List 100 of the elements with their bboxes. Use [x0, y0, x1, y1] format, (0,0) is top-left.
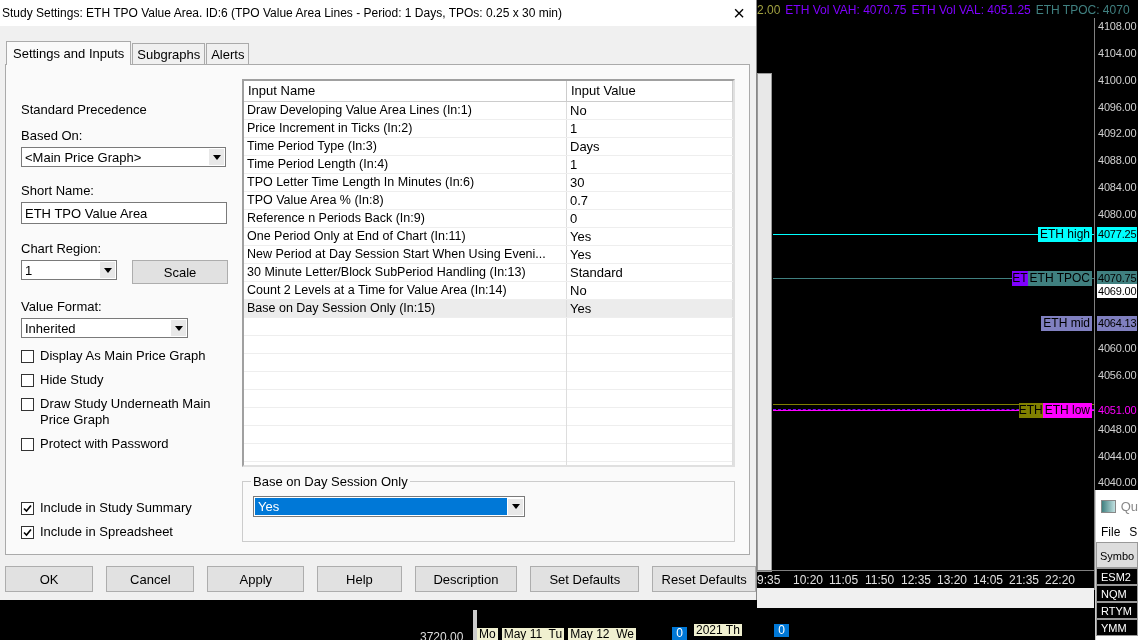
table-cell: 0.7	[567, 192, 733, 209]
symbol-cell: RTYM	[1096, 602, 1138, 619]
column-header[interactable]: Input Value	[567, 81, 733, 101]
table-cell: TPO Value Area % (In:8)	[244, 192, 567, 209]
scrollbar[interactable]	[757, 588, 1094, 608]
level-label: ETH mid	[1041, 316, 1092, 331]
time-tick: 21:35	[1009, 572, 1041, 588]
table-cell: New Period at Day Session Start When Using Eveni...	[244, 246, 567, 263]
caret-icon	[171, 320, 186, 336]
time-tick: 11:50	[865, 572, 896, 588]
table-cell: 30 Minute Letter/Block SubPeriod Handling (In:13)	[244, 264, 567, 281]
column-header[interactable]: Symbo	[1096, 542, 1138, 568]
group-title: Base on Day Session Only	[251, 474, 410, 490]
dropdown[interactable]: <Main Price Graph>	[21, 147, 226, 167]
table-cell: 1	[567, 120, 733, 137]
checkbox[interactable]	[21, 398, 34, 411]
date-label: May 11 Tu	[501, 628, 565, 640]
price-tick: 4108.00	[1098, 19, 1137, 34]
time-tick: 9:35	[757, 572, 782, 588]
table-row[interactable]: TPO Letter Time Length In Minutes (In:6) 30	[244, 174, 733, 192]
time-tick: 12:35	[901, 572, 933, 588]
table-cell: Yes	[567, 300, 733, 317]
table-cell: Draw Developing Value Area Lines (In:1)	[244, 102, 567, 119]
table-row[interactable]: Price Increment in Ticks (In:2) 1	[244, 120, 733, 138]
table-cell: 30	[567, 174, 733, 191]
table-cell: Standard	[567, 264, 733, 281]
checkbox-label: Include in Spreadsheet	[40, 524, 174, 540]
table-cell: Yes	[567, 246, 733, 263]
tab[interactable]: Subgraphs	[132, 43, 206, 64]
dialog-button[interactable]: Reset Defaults	[652, 566, 756, 592]
caret-icon	[100, 262, 115, 278]
study-value-label: ETH TPOC: 4070	[1035, 3, 1130, 17]
study-value-label: 2.00	[757, 3, 781, 17]
checkbox[interactable]	[21, 502, 34, 515]
table-cell: Time Period Type (In:3)	[244, 138, 567, 155]
table-cell: No	[567, 282, 733, 299]
table-cell: Days	[567, 138, 733, 155]
checkbox[interactable]	[21, 350, 34, 363]
price-tick: 4088.00	[1098, 153, 1137, 169]
study-value-label: ETH Vol VAL: 4051.25	[911, 3, 1031, 17]
table-row[interactable]: TPO Value Area % (In:8) 0.7	[244, 192, 733, 210]
table-cell: Count 2 Levels at a Time for Value Area (In:14)	[244, 282, 567, 299]
checkbox-label: Draw Study Underneath Main Price Graph	[40, 396, 212, 428]
price-tick: 4060.00	[1098, 341, 1137, 357]
dialog-button[interactable]: Apply	[207, 566, 305, 592]
checkbox[interactable]	[21, 526, 34, 539]
symbol-cell: ESM2	[1096, 568, 1138, 585]
window-title: Study Settings: ETH TPO Value Area. ID:6 (TPO Value Area Lines - Period: 1 Days, TPOs: 0.25 x 30 min)	[2, 6, 563, 20]
price-tick: 4048.00	[1098, 421, 1137, 437]
menu-item[interactable]: S	[1129, 525, 1138, 539]
dialog-button[interactable]: Set Defaults	[530, 566, 640, 592]
checkbox[interactable]	[21, 374, 34, 387]
dropdown[interactable]: Yes	[253, 496, 525, 518]
field-label: Chart Region:	[21, 241, 103, 256]
price-tick: 4044.00	[1098, 448, 1137, 464]
tab[interactable]: Settings and Inputs	[6, 41, 132, 65]
price-tick: 4092.00	[1098, 126, 1137, 142]
dialog-button[interactable]: Description	[414, 566, 518, 592]
scale-button[interactable]: Scale	[132, 260, 228, 284]
time-tick: 22:20	[1045, 572, 1077, 588]
dialog-button[interactable]: Help	[317, 566, 402, 592]
table-cell: 1	[567, 156, 733, 173]
table-row[interactable]: Draw Developing Value Area Lines (In:1) No	[244, 102, 733, 120]
level-label: ETH low	[1042, 403, 1092, 418]
input-field[interactable]: ETH TPO Value Area	[21, 202, 227, 224]
table-cell: 0	[567, 210, 733, 227]
table-row[interactable]: Time Period Type (In:3) Days	[244, 138, 733, 156]
tab[interactable]: Alerts	[206, 43, 250, 64]
dropdown[interactable]: Inherited	[21, 318, 188, 338]
time-tick: 11:05	[829, 572, 860, 588]
table-row[interactable]: New Period at Day Session Start When Using Eveni... Yes	[244, 246, 733, 264]
level-label: ETH high	[1037, 227, 1092, 242]
table-row[interactable]: One Period Only at End of Chart (In:11) Yes	[244, 228, 733, 246]
level-tag: ETH	[1018, 403, 1043, 418]
level-tag: ET	[1012, 271, 1028, 286]
price-tick: 4056.00	[1098, 368, 1137, 384]
table-row[interactable]: 30 Minute Letter/Block SubPeriod Handling (In:13) Standard	[244, 264, 733, 282]
column-header[interactable]: Input Name	[244, 81, 567, 101]
field-label: Based On:	[21, 128, 84, 143]
symbol-cell: YMM	[1096, 619, 1138, 636]
table-row[interactable]: Base on Day Session Only (In:15) Yes	[244, 300, 733, 318]
dialog-button[interactable]: Cancel	[106, 566, 195, 592]
checkbox[interactable]	[21, 438, 34, 451]
time-tick: 13:20	[937, 572, 969, 588]
table-cell: No	[567, 102, 733, 119]
date-label: May 12 We	[568, 628, 636, 640]
price-tick: 4104.00	[1098, 45, 1137, 61]
dialog-button[interactable]: OK	[5, 566, 94, 592]
table-cell: One Period Only at End of Chart (In:11)	[244, 228, 567, 245]
close-button[interactable]: ×	[722, 0, 756, 26]
price-tick: 4096.00	[1098, 99, 1137, 115]
dropdown[interactable]: 1	[21, 260, 117, 280]
date-label: Mo	[477, 628, 498, 640]
field-label: Value Format:	[21, 299, 103, 314]
price-tick: 4100.00	[1098, 72, 1137, 88]
count-badge: 0	[774, 623, 789, 637]
table-row[interactable]: Time Period Length (In:4) 1	[244, 156, 733, 174]
menu-item[interactable]: File	[1101, 525, 1121, 539]
table-cell: Base on Day Session Only (In:15)	[244, 300, 567, 317]
table-row[interactable]: Reference n Periods Back (In:9) 0	[244, 210, 733, 228]
